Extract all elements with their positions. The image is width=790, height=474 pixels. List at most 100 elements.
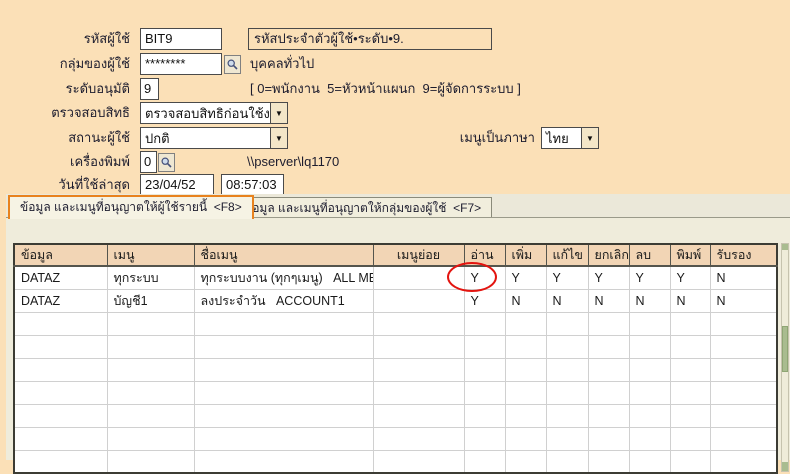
table-cell[interactable]	[464, 312, 505, 335]
table-cell[interactable]	[14, 404, 107, 427]
table-cell[interactable]	[670, 335, 710, 358]
table-cell[interactable]: DATAZ	[14, 289, 107, 312]
table-cell[interactable]	[194, 381, 373, 404]
table-cell[interactable]: Y	[546, 266, 588, 289]
table-cell[interactable]	[505, 381, 546, 404]
table-cell[interactable]	[194, 312, 373, 335]
table-cell[interactable]	[14, 450, 107, 473]
table-cell[interactable]: ลงประจำวัน ACCOUNT1	[194, 289, 373, 312]
table-cell[interactable]	[373, 450, 464, 473]
table-cell[interactable]	[107, 358, 194, 381]
menu-language-select[interactable]: ไทย ▼	[541, 127, 599, 149]
table-cell[interactable]	[710, 404, 777, 427]
table-cell[interactable]: Y	[629, 266, 670, 289]
table-cell[interactable]	[629, 427, 670, 450]
user-group-lookup-button[interactable]	[224, 55, 241, 74]
chevron-down-icon[interactable]: ▼	[270, 128, 287, 148]
table-cell[interactable]	[546, 427, 588, 450]
table-cell[interactable]	[588, 450, 629, 473]
table-cell[interactable]	[464, 358, 505, 381]
table-cell[interactable]	[373, 289, 464, 312]
table-cell[interactable]	[505, 450, 546, 473]
table-cell[interactable]	[670, 450, 710, 473]
table-cell[interactable]	[107, 381, 194, 404]
table-cell[interactable]	[107, 404, 194, 427]
table-cell[interactable]: DATAZ	[14, 266, 107, 289]
table-cell[interactable]	[710, 381, 777, 404]
table-cell[interactable]	[373, 381, 464, 404]
table-cell[interactable]	[629, 358, 670, 381]
table-cell[interactable]: ทุกระบบงาน (ทุกๆเมนู) ALL MENU	[194, 266, 373, 289]
table-cell[interactable]	[670, 312, 710, 335]
table-cell[interactable]	[670, 381, 710, 404]
table-cell[interactable]: Y	[505, 266, 546, 289]
table-cell[interactable]	[546, 358, 588, 381]
table-cell[interactable]: N	[670, 289, 710, 312]
chevron-down-icon[interactable]: ▼	[270, 103, 287, 123]
table-cell[interactable]	[670, 427, 710, 450]
table-cell[interactable]	[710, 450, 777, 473]
table-cell[interactable]	[546, 404, 588, 427]
tab-group-permissions[interactable]: ข้อมูล และเมนูที่อนุญาตให้กลุ่มของผู้ใช้…	[233, 197, 492, 218]
user-status-select[interactable]: ปกติ ▼	[140, 127, 288, 149]
table-cell[interactable]	[464, 381, 505, 404]
table-cell[interactable]: N	[505, 289, 546, 312]
table-cell[interactable]	[505, 404, 546, 427]
table-cell[interactable]	[546, 312, 588, 335]
table-cell[interactable]	[588, 381, 629, 404]
table-cell[interactable]	[373, 404, 464, 427]
table-cell[interactable]	[629, 404, 670, 427]
table-cell[interactable]	[546, 335, 588, 358]
table-cell[interactable]	[14, 427, 107, 450]
table-cell[interactable]: N	[710, 266, 777, 289]
table-cell[interactable]	[373, 335, 464, 358]
table-cell[interactable]: N	[629, 289, 670, 312]
table-cell[interactable]	[194, 335, 373, 358]
table-cell[interactable]	[464, 404, 505, 427]
table-cell[interactable]	[107, 427, 194, 450]
table-cell[interactable]	[588, 335, 629, 358]
table-cell[interactable]: N	[546, 289, 588, 312]
table-cell[interactable]	[670, 404, 710, 427]
table-cell[interactable]	[588, 404, 629, 427]
printer-input[interactable]: 0	[140, 151, 157, 173]
table-cell[interactable]	[505, 358, 546, 381]
table-cell[interactable]	[194, 450, 373, 473]
table-cell[interactable]	[629, 335, 670, 358]
table-cell[interactable]	[107, 312, 194, 335]
chevron-down-icon[interactable]: ▼	[581, 128, 598, 148]
table-cell[interactable]	[14, 312, 107, 335]
table-cell[interactable]: บัญชี1	[107, 289, 194, 312]
table-cell[interactable]: ทุกระบบ	[107, 266, 194, 289]
table-cell[interactable]	[629, 312, 670, 335]
table-cell[interactable]	[670, 358, 710, 381]
table-cell[interactable]	[464, 427, 505, 450]
table-cell[interactable]	[14, 381, 107, 404]
check-rights-select[interactable]: ตรวจสอบสิทธิก่อนใช้ง ▼	[140, 102, 288, 124]
table-cell[interactable]: Y	[670, 266, 710, 289]
table-cell[interactable]	[373, 358, 464, 381]
table-cell[interactable]	[464, 450, 505, 473]
scrollbar-thumb[interactable]	[782, 326, 788, 372]
table-cell[interactable]	[710, 427, 777, 450]
table-cell[interactable]	[505, 335, 546, 358]
table-cell[interactable]: Y	[464, 266, 505, 289]
approve-level-input[interactable]: 9	[140, 78, 159, 100]
user-id-input[interactable]: BIT9	[140, 28, 222, 50]
table-cell[interactable]	[710, 335, 777, 358]
table-cell[interactable]	[464, 335, 505, 358]
table-cell[interactable]	[629, 381, 670, 404]
table-cell[interactable]	[194, 427, 373, 450]
table-cell[interactable]	[588, 427, 629, 450]
table-cell[interactable]: Y	[464, 289, 505, 312]
table-cell[interactable]	[373, 427, 464, 450]
table-cell[interactable]	[194, 404, 373, 427]
table-cell[interactable]	[194, 358, 373, 381]
table-cell[interactable]: N	[588, 289, 629, 312]
table-cell[interactable]	[505, 312, 546, 335]
tab-user-permissions[interactable]: ข้อมูล และเมนูที่อนุญาตให้ผู้ใช้รายนี้ <…	[8, 195, 254, 219]
table-cell[interactable]	[588, 358, 629, 381]
last-used-time-input[interactable]: 08:57:03	[221, 174, 284, 196]
table-cell[interactable]	[588, 312, 629, 335]
table-cell[interactable]	[107, 335, 194, 358]
